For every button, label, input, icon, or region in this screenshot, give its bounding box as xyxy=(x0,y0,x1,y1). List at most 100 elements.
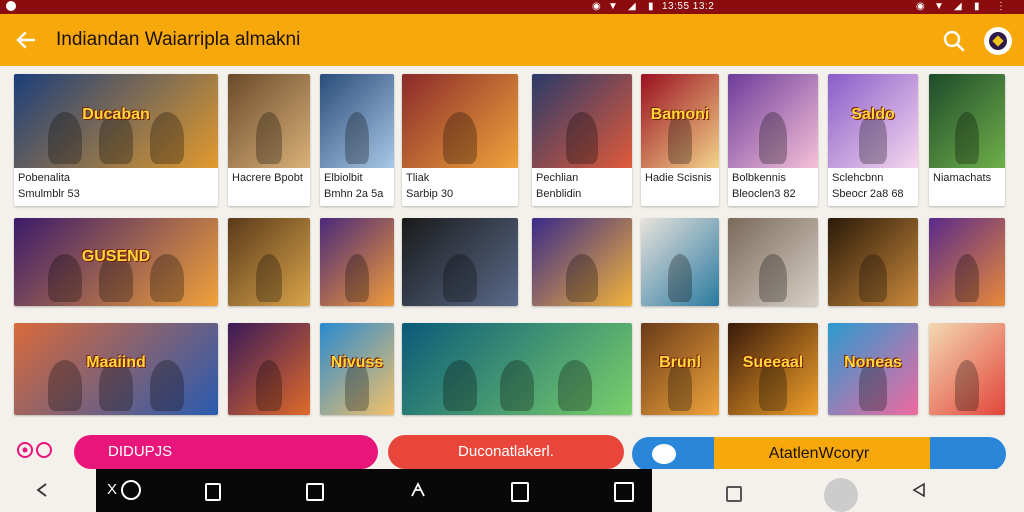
pink-action-button[interactable]: DIDUPJS xyxy=(74,435,378,469)
character-figure xyxy=(557,360,592,411)
game-caption: Bolbkennis Bleoclen3 82 xyxy=(728,168,818,206)
game-tile[interactable]: Maaiind xyxy=(14,323,218,415)
game-tile[interactable] xyxy=(228,218,310,306)
battery-icon: ▮ xyxy=(648,1,654,12)
triangle-nav-icon[interactable] xyxy=(906,478,930,502)
game-caption: Hadie Scisnis xyxy=(641,168,719,206)
game-tile[interactable]: Brunl xyxy=(641,323,719,415)
red-action-label: Duconatlakerl. xyxy=(458,443,554,460)
game-caption: Sclehcbnn Sbeocr 2a8 68 xyxy=(828,168,918,206)
game-cover-image xyxy=(402,218,518,306)
game-caption: Tliak Sarbip 30 xyxy=(402,168,518,206)
game-logo-text: Saldo xyxy=(851,105,895,123)
character-figure xyxy=(255,253,283,302)
game-caption: Pobenalita Smulmblr 53 xyxy=(14,168,218,206)
overview-nav-icon[interactable] xyxy=(726,486,742,502)
game-tile[interactable]: Hacrere Bpobt xyxy=(228,74,310,206)
game-tile[interactable]: Sueeaal xyxy=(728,323,818,415)
character-figure xyxy=(667,253,693,302)
game-logo-text: Bamoni xyxy=(650,105,710,123)
character-figure xyxy=(255,112,283,164)
game-tile[interactable]: GUSEND xyxy=(14,218,218,306)
home-nav-icon[interactable] xyxy=(614,482,634,502)
app-logo-icon xyxy=(989,32,1007,50)
character-figure xyxy=(255,360,283,411)
game-caption: Hacrere Bpobt xyxy=(228,168,310,206)
game-tile[interactable]: Elbiolbit Bmhn 2a 5a xyxy=(320,74,394,206)
game-tile[interactable] xyxy=(228,323,310,415)
game-tile[interactable]: Saldo Sclehcbnn Sbeocr 2a8 68 xyxy=(828,74,918,206)
character-figure xyxy=(442,360,477,411)
game-tile[interactable]: Pechlian Benblidin xyxy=(532,74,632,206)
game-caption: Elbiolbit Bmhn 2a 5a xyxy=(320,168,394,206)
close-nav-icon[interactable]: X xyxy=(104,478,144,502)
game-cover-image: Saldo xyxy=(828,74,918,168)
navigation-bar-dark xyxy=(96,469,652,512)
recent-apps-icon[interactable] xyxy=(205,483,221,501)
game-logo-text: Ducaban xyxy=(82,105,150,123)
notification-icon xyxy=(6,1,16,11)
game-tile[interactable] xyxy=(402,218,518,306)
back-arrow-icon[interactable] xyxy=(12,26,40,54)
app-bar: Indiandan Waiarripla almakni xyxy=(0,14,1024,66)
game-cover-image xyxy=(228,74,310,168)
tab-icon[interactable] xyxy=(511,482,529,502)
game-cover-image xyxy=(320,74,394,168)
game-tile[interactable] xyxy=(641,218,719,306)
status-time: 13:55 13:2 xyxy=(662,1,715,12)
character-figure xyxy=(345,253,369,302)
character-figure xyxy=(345,112,369,164)
game-tile[interactable]: Noneas xyxy=(828,323,918,415)
game-tile[interactable]: Tliak Sarbip 30 xyxy=(402,74,518,206)
game-cover-image: Noneas xyxy=(828,323,918,415)
game-grid: Ducaban Pobenalita Smulmblr 53 Hacrere Bpob… xyxy=(0,66,1024,426)
status-bar: ◉ ▼ ◢ ▮ 13:55 13:2 ◉ ▼ ◢ ▮ ⋮ xyxy=(0,0,1024,14)
character-figure xyxy=(758,112,788,164)
avatar[interactable] xyxy=(984,27,1012,55)
game-cover-image xyxy=(320,218,394,306)
red-action-button[interactable]: Duconatlakerl. xyxy=(388,435,624,469)
game-tile[interactable] xyxy=(402,323,632,415)
share-icon[interactable] xyxy=(406,478,430,502)
game-cover-image: Maaiind xyxy=(14,323,218,415)
game-title: Bolbkennis xyxy=(732,172,786,184)
game-tile[interactable] xyxy=(320,218,394,306)
window-icon[interactable] xyxy=(306,483,324,501)
app-nav-icon[interactable] xyxy=(824,478,858,512)
game-logo-text: Maaiind xyxy=(86,354,146,372)
game-cover-image xyxy=(402,323,632,415)
game-tile[interactable] xyxy=(828,218,918,306)
game-logo-text: Sueeaal xyxy=(742,354,804,372)
game-subtitle: Sarbip 30 xyxy=(406,188,454,200)
heart-icon[interactable] xyxy=(16,440,54,468)
game-tile[interactable]: Bamoni Hadie Scisnis xyxy=(641,74,719,206)
game-tile[interactable]: Niamachats xyxy=(929,74,1005,206)
game-title: Hadie Scisnis xyxy=(645,172,712,184)
game-tile[interactable]: Bolbkennis Bleoclen3 82 xyxy=(728,74,818,206)
game-cover-image: Brunl xyxy=(641,323,719,415)
game-tile[interactable] xyxy=(728,218,818,306)
blue-action-button[interactable]: AtatlenWcoryr xyxy=(632,437,1006,471)
search-icon[interactable] xyxy=(940,27,968,55)
game-tile[interactable]: Ducaban Pobenalita Smulmblr 53 xyxy=(14,74,218,206)
game-tile[interactable] xyxy=(532,218,632,306)
game-cover-image xyxy=(929,218,1005,306)
character-figure xyxy=(443,253,477,302)
game-cover-image xyxy=(532,218,632,306)
menu-dots-icon: ⋮ xyxy=(996,1,1006,12)
game-tile[interactable] xyxy=(929,323,1005,415)
game-tile[interactable]: Nivuss xyxy=(320,323,394,415)
game-title: Tliak xyxy=(406,172,430,184)
character-figure xyxy=(954,360,980,411)
game-cover-image: GUSEND xyxy=(14,218,218,306)
character-figure xyxy=(758,253,788,302)
signal-icon: ◢ xyxy=(628,1,636,12)
game-cover-image xyxy=(228,218,310,306)
game-subtitle: Bmhn 2a 5a xyxy=(324,188,384,200)
location-icon: ◉ xyxy=(592,1,601,12)
game-tile[interactable] xyxy=(929,218,1005,306)
blue-action-label: AtatlenWcoryr xyxy=(768,445,870,462)
back-nav-icon[interactable] xyxy=(30,478,54,502)
game-cover-image xyxy=(228,323,310,415)
wifi-icon-2: ▼ xyxy=(934,1,944,12)
